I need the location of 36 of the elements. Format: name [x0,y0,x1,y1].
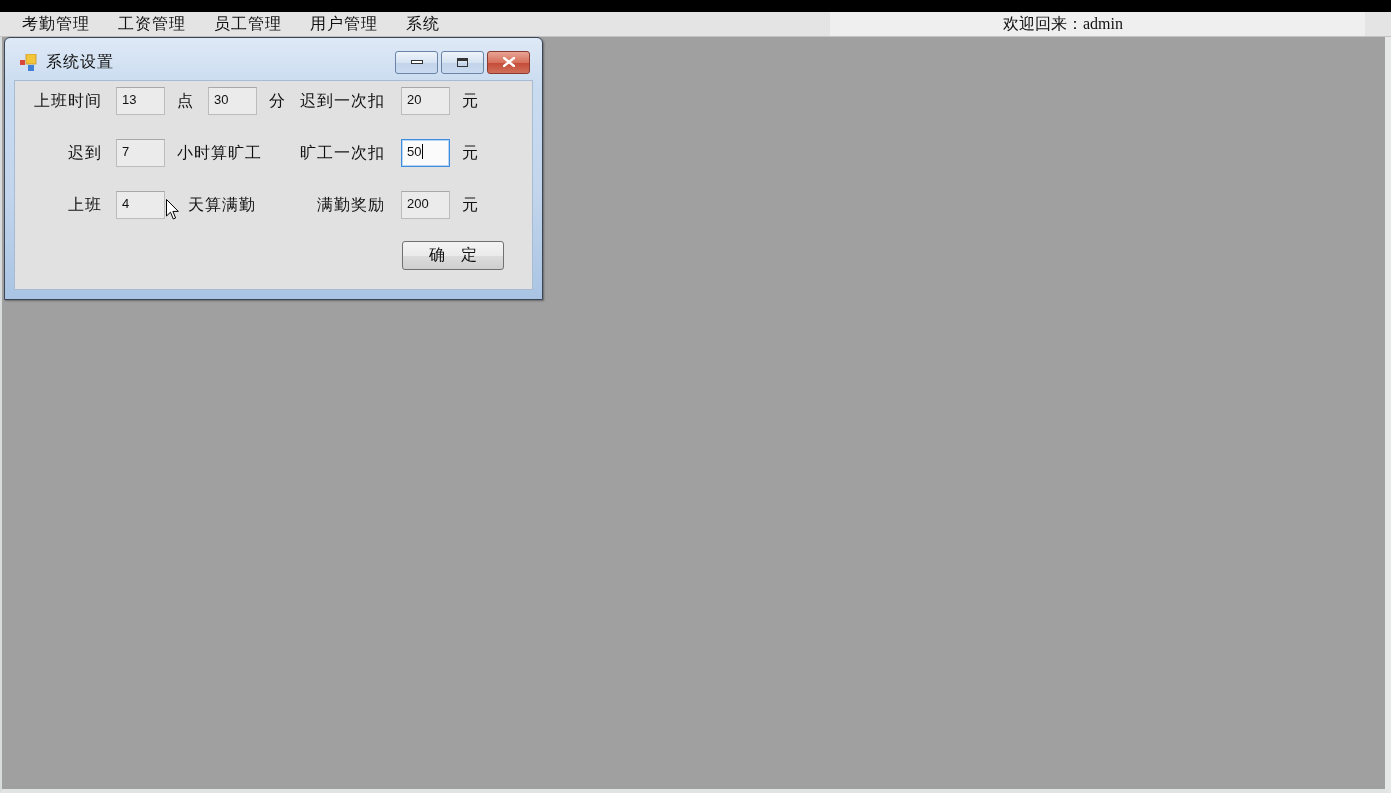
setting-label: 旷工一次扣 [299,142,385,164]
input-field[interactable]: 200 [401,191,450,219]
setting-label: 上班 [67,194,102,216]
minimize-icon [410,60,423,64]
unit-label: 小时算旷工 [177,142,262,164]
unit-label: 元 [462,90,479,112]
menu-item[interactable]: 系统 [392,12,454,36]
input-field[interactable]: 13 [116,87,165,115]
close-button[interactable] [487,50,530,74]
confirm-button[interactable]: 确 定 [402,241,504,270]
unit-label: 天算满勤 [188,194,256,216]
mouse-pointer-icon [166,199,179,220]
close-icon [502,57,515,67]
menu-item[interactable]: 用户管理 [296,12,392,36]
unit-label: 元 [462,142,479,164]
maximize-icon [457,57,468,67]
unit-label: 分 [269,90,286,112]
minimize-button[interactable] [395,50,438,74]
window-title: 系统设置 [46,51,114,73]
setting-label: 上班时间 [33,90,102,112]
menu-item[interactable]: 考勤管理 [8,12,104,36]
input-field[interactable]: 30 [208,87,257,115]
app-squares-icon [20,53,37,71]
input-field[interactable]: 20 [401,87,450,115]
input-field[interactable]: 50 [401,139,450,167]
setting-label: 迟到一次扣 [299,90,385,112]
unit-label: 元 [462,194,479,216]
input-field[interactable]: 7 [116,139,165,167]
welcome-text: 欢迎回来：admin [1003,15,1123,32]
setting-label: 迟到 [67,142,102,164]
input-field[interactable]: 4 [116,191,165,219]
setting-label: 满勤奖励 [316,194,385,216]
menu-item[interactable]: 员工管理 [200,12,296,36]
menu-item[interactable]: 工资管理 [104,12,200,36]
maximize-button[interactable] [441,50,484,74]
unit-label: 点 [177,90,194,112]
